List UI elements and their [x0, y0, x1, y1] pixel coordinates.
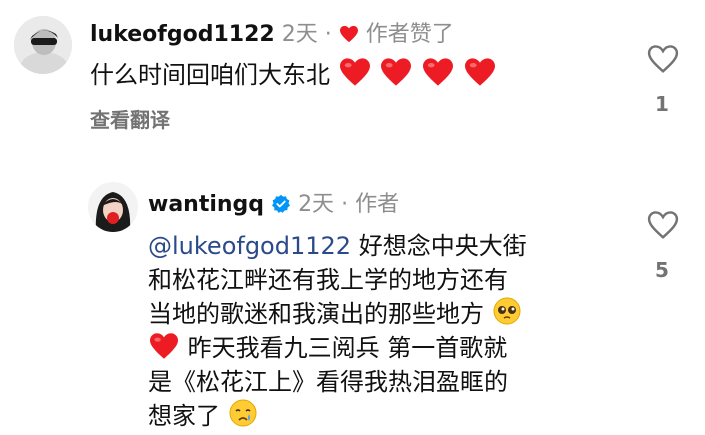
reply-line-5: 是《松花江上》看得我热泪盈眶的 [148, 368, 508, 396]
comment-username[interactable]: lukeofgod1122 [90, 22, 275, 47]
separator-dot: · [341, 192, 349, 217]
pleading-face-emoji-icon [492, 296, 522, 332]
author-liked-heart-icon [339, 24, 359, 49]
like-count: 5 [655, 258, 669, 282]
reply-header: wantingq 2天 · 作者 [148, 186, 399, 220]
red-heart-emoji-icon [338, 57, 372, 93]
avatar-lukeofgod1122[interactable] [14, 16, 72, 74]
comment-body: 什么时间回咱们大东北 [90, 61, 330, 89]
mention-link[interactable]: @lukeofgod1122 [148, 232, 351, 260]
separator-dot: · [324, 22, 332, 47]
like-heart-icon[interactable] [646, 210, 680, 240]
comment-header: lukeofgod1122 2天 · 作者赞了 [90, 16, 454, 49]
see-translation-link[interactable]: 查看翻译 [90, 104, 170, 133]
red-heart-emoji-icon [148, 332, 180, 366]
avatar-wantingq[interactable] [88, 182, 138, 232]
red-heart-emoji-icon [463, 57, 497, 93]
reply-text: 好想念中央大街 [351, 232, 527, 260]
reply-time: 2天 [298, 192, 335, 217]
verified-badge-icon [271, 194, 291, 220]
reply-line-4: 昨天我看九三阅兵 第一首歌就 [148, 328, 507, 366]
avatar-image [14, 16, 72, 74]
author-badge: 作者 [355, 192, 400, 217]
crying-face-emoji-icon [228, 398, 258, 434]
reply-line-3: 当地的歌迷和我演出的那些地方 [148, 294, 522, 332]
reply-line-2: 和松花江畔还有我上学的地方还有 [148, 266, 508, 294]
reply-text: 当地的歌迷和我演出的那些地方 [148, 300, 484, 328]
comment-time: 2天 [281, 22, 318, 47]
reply-username[interactable]: wantingq [148, 192, 264, 217]
like-heart-icon[interactable] [646, 44, 680, 74]
comment-text: 什么时间回咱们大东北 [90, 55, 497, 93]
red-heart-emoji-icon [379, 57, 413, 93]
reply-text: 想家了 [148, 402, 220, 430]
red-heart-emoji-icon [421, 57, 455, 93]
reply-line-6: 想家了 [148, 396, 258, 434]
author-liked-label: 作者赞了 [365, 22, 454, 47]
reply-text: 昨天我看九三阅兵 第一首歌就 [180, 334, 508, 362]
avatar-image [88, 182, 138, 232]
like-count: 1 [655, 92, 669, 116]
reply-line-1: @lukeofgod1122 好想念中央大街 [148, 226, 527, 261]
